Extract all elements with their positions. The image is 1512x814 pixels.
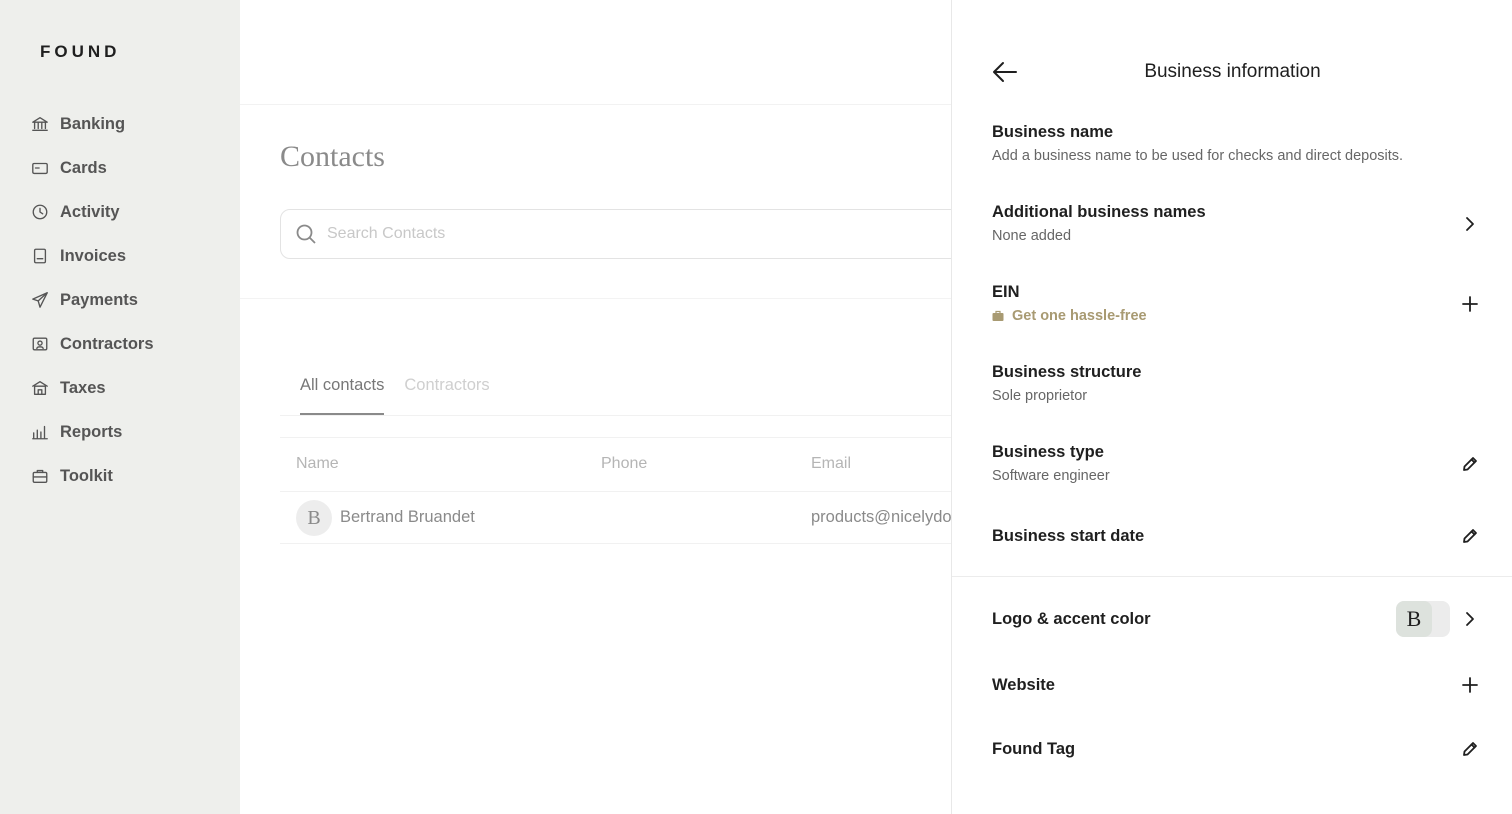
found-tag-item[interactable]: Found Tag (992, 740, 1482, 759)
avatar: B (296, 500, 332, 536)
ein-link-label: Get one hassle-free (1012, 308, 1147, 324)
additional-business-names-item[interactable]: Additional business names None added (992, 203, 1482, 244)
sidebar-item-contractors[interactable]: Contractors (30, 322, 154, 366)
divider (280, 543, 952, 544)
invoice-icon (30, 246, 50, 266)
item-title: Business start date (992, 527, 1145, 545)
sidebar-item-activity[interactable]: Activity (30, 190, 154, 234)
sidebar-item-label: Toolkit (60, 466, 113, 485)
sidebar-item-taxes[interactable]: Taxes (30, 366, 154, 410)
column-header-email[interactable]: Email (811, 455, 851, 473)
plus-icon[interactable] (1458, 292, 1482, 316)
send-icon (30, 290, 50, 310)
pencil-icon[interactable] (1458, 737, 1482, 761)
brand-logo[interactable]: FOUND (40, 42, 120, 62)
sidebar-item-label: Activity (60, 202, 120, 221)
item-subtitle: Add a business name to be used for check… (992, 148, 1404, 164)
sidebar: FOUND Banking Cards Activity Invoices Pa… (0, 0, 240, 814)
sidebar-item-label: Invoices (60, 246, 127, 265)
sidebar-item-toolkit[interactable]: Toolkit (30, 454, 154, 498)
contact-tabs: All contacts Contractors (300, 376, 490, 415)
bar-chart-icon (30, 422, 50, 442)
page-title: Contacts (280, 140, 385, 173)
divider (952, 576, 1512, 577)
chevron-right-icon[interactable] (1458, 607, 1482, 631)
pencil-icon[interactable] (1458, 524, 1482, 548)
search-box[interactable] (280, 209, 980, 259)
sidebar-item-label: Taxes (60, 378, 106, 397)
business-info-panel: Business information Business name Add a… (951, 0, 1512, 814)
sidebar-item-payments[interactable]: Payments (30, 278, 154, 322)
divider (280, 415, 952, 416)
divider (240, 298, 952, 299)
item-title: Business name (992, 123, 1114, 141)
item-title: Found Tag (992, 740, 1076, 758)
briefcase-icon (992, 310, 1004, 321)
item-title: Business type (992, 443, 1104, 461)
tax-icon (30, 378, 50, 398)
divider (280, 437, 952, 438)
contact-email: products@nicelydon (811, 508, 952, 526)
ein-link[interactable]: Get one hassle-free (992, 308, 1482, 324)
sidebar-item-label: Cards (60, 158, 107, 177)
tab-contractors[interactable]: Contractors (404, 376, 489, 415)
website-item[interactable]: Website (992, 676, 1482, 695)
card-icon (30, 158, 50, 178)
item-title: Business structure (992, 363, 1142, 381)
sidebar-item-cards[interactable]: Cards (30, 146, 154, 190)
logo-initial: B (1396, 601, 1432, 637)
business-name-item[interactable]: Business name Add a business name to be … (992, 123, 1482, 164)
toolkit-icon (30, 466, 50, 486)
sidebar-item-label: Banking (60, 114, 126, 133)
search-icon (296, 224, 316, 244)
top-bar (240, 0, 952, 105)
pencil-icon[interactable] (1458, 452, 1482, 476)
item-title: EIN (992, 283, 1020, 301)
search-input[interactable] (327, 225, 927, 243)
sidebar-item-label: Payments (60, 290, 138, 309)
sidebar-item-reports[interactable]: Reports (30, 410, 154, 454)
item-subtitle: Software engineer (992, 468, 1110, 484)
item-subtitle: None added (992, 228, 1072, 244)
main-content: Contacts All contacts Contractors Name P… (240, 0, 980, 814)
item-title: Website (992, 676, 1055, 694)
contractor-icon (30, 334, 50, 354)
bank-icon (30, 114, 50, 134)
sidebar-item-label: Reports (60, 422, 123, 441)
column-header-phone[interactable]: Phone (601, 455, 647, 473)
contact-name[interactable]: Bertrand Bruandet (340, 508, 475, 527)
sidebar-item-label: Contractors (60, 334, 154, 353)
plus-icon[interactable] (1458, 673, 1482, 697)
ein-item[interactable]: EIN Get one hassle-free (992, 283, 1482, 324)
business-start-date-item[interactable]: Business start date (992, 527, 1482, 546)
sidebar-nav: Banking Cards Activity Invoices Payments… (30, 102, 154, 498)
clock-icon (30, 202, 50, 222)
item-subtitle: Sole proprietor (992, 388, 1088, 404)
business-type-item[interactable]: Business type Software engineer (992, 443, 1482, 484)
sidebar-item-invoices[interactable]: Invoices (30, 234, 154, 278)
divider (280, 491, 952, 492)
logo-preview[interactable]: B (1396, 601, 1450, 637)
panel-title: Business information (1144, 61, 1321, 82)
chevron-right-icon[interactable] (1458, 212, 1482, 236)
business-structure-item[interactable]: Business structure Sole proprietor (992, 363, 1482, 404)
tab-all-contacts[interactable]: All contacts (300, 376, 385, 415)
column-header-name[interactable]: Name (296, 455, 339, 473)
item-title: Additional business names (992, 203, 1206, 221)
sidebar-item-banking[interactable]: Banking (30, 102, 154, 146)
